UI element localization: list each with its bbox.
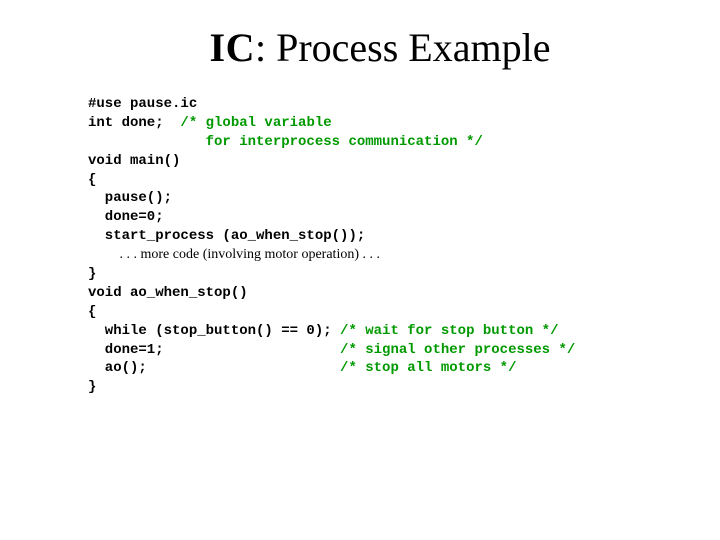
title-rest: : Process Example [255, 25, 551, 70]
code-comment-global-2: for interprocess communication */ [88, 134, 483, 150]
slide: IC: Process Example #use pause.ic int do… [0, 0, 720, 540]
title-ic: IC [210, 25, 255, 70]
code-line-5: { [88, 172, 96, 188]
code-line-11: void ao_when_stop() [88, 285, 248, 301]
code-line-13a: while (stop_button() == 0); [88, 323, 340, 339]
code-note: . . . more code (involving motor operati… [88, 247, 380, 262]
code-line-4: void main() [88, 153, 180, 169]
code-line-16: } [88, 379, 96, 395]
slide-title: IC: Process Example [88, 24, 672, 71]
code-comment-wait: /* wait for stop button */ [340, 323, 558, 339]
code-line-10: } [88, 266, 96, 282]
code-line-12: { [88, 304, 96, 320]
code-line-7: done=0; [88, 209, 164, 225]
code-line-15a: ao(); [88, 360, 340, 376]
code-line-6: pause(); [88, 190, 172, 206]
code-line-8: start_process (ao_when_stop()); [88, 228, 365, 244]
code-comment-stop: /* stop all motors */ [340, 360, 516, 376]
code-comment-signal: /* signal other processes */ [340, 342, 575, 358]
code-block: #use pause.ic int done; /* global variab… [88, 95, 672, 397]
code-line-2a: int done; [88, 115, 180, 131]
code-line-1: #use pause.ic [88, 96, 197, 112]
code-line-14a: done=1; [88, 342, 340, 358]
code-comment-global-1: /* global variable [180, 115, 331, 131]
